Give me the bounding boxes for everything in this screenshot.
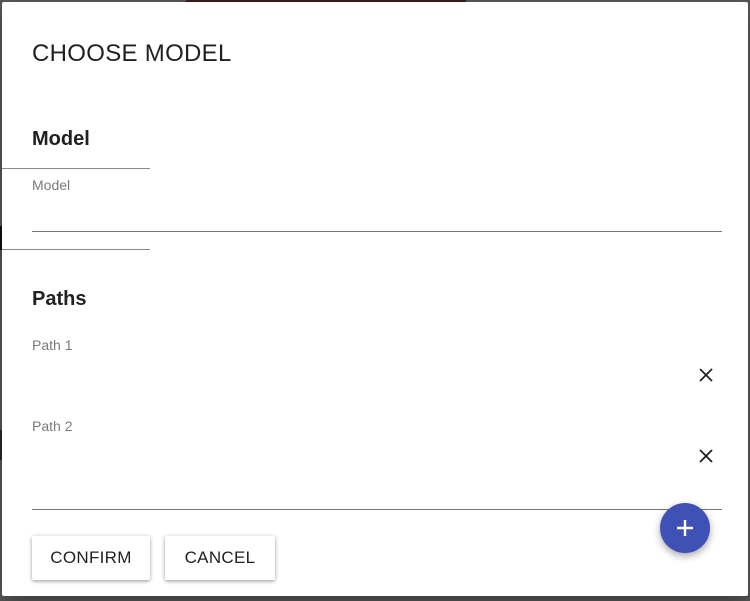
cancel-button[interactable]: CANCEL [165,536,275,580]
path-2-label: Path 2 [32,418,73,434]
path-2-input[interactable] [32,443,682,469]
model-section-heading: Model [32,128,90,150]
section-divider [2,249,150,250]
model-input[interactable] [32,204,722,230]
choose-model-dialog: CHOOSE MODEL Model Model Paths Path 1 Pa… [2,2,748,596]
clear-path-1-button[interactable] [693,362,719,388]
dialog-title: CHOOSE MODEL [32,40,232,67]
close-icon [699,368,713,382]
model-input-underline [32,231,722,232]
path-1-input[interactable] [32,362,682,388]
plus-icon [677,520,693,536]
paths-section-heading: Paths [32,288,87,310]
add-path-button[interactable] [660,503,710,553]
clear-path-2-button[interactable] [693,443,719,469]
paths-underline [32,509,722,510]
section-divider [2,168,150,169]
close-icon [699,449,713,463]
model-field-label: Model [32,177,71,193]
confirm-button[interactable]: CONFIRM [32,536,150,580]
path-1-label: Path 1 [32,337,73,353]
